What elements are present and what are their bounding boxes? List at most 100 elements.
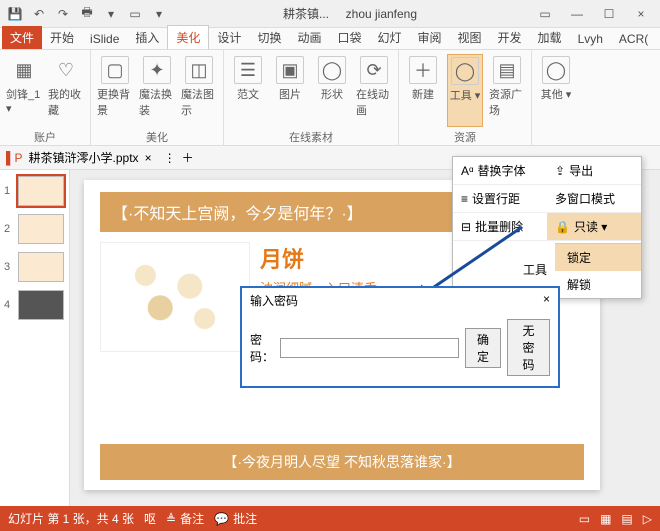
ribbon-item-shape[interactable]: ◯形状	[314, 54, 350, 127]
ribbon-item-picture[interactable]: ▣图片	[272, 54, 308, 127]
ribbon-group-label: 在线素材	[289, 129, 333, 145]
tab-addin[interactable]: 加载	[530, 26, 570, 49]
menu-item-multiwindow[interactable]: 多窗口模式	[547, 185, 641, 213]
slide-heading: 月饼	[260, 242, 377, 274]
tab-slideshow[interactable]: 幻灯	[369, 26, 409, 49]
thumbnail[interactable]: 1	[4, 176, 65, 206]
tab-islide[interactable]: iSlide	[82, 29, 127, 49]
ribbon-item-favorites[interactable]: ♡我的收藏	[48, 54, 84, 127]
image-icon: ▢	[101, 56, 129, 84]
tab-start[interactable]: 开始	[42, 26, 82, 49]
ribbon-item-change-bg[interactable]: ▢更换背景	[97, 54, 133, 127]
status-bar: 幻灯片 第 1 张，共 4 张 呕 ≜ 备注 💬 批注 ▭ ▦ ▤ ▷	[0, 506, 660, 531]
password-label: 密码：	[250, 331, 274, 365]
ribbon-item-label: 图片	[279, 86, 301, 102]
tab-review[interactable]: 审阅	[410, 26, 450, 49]
menu-item-export[interactable]: ⇪导出	[547, 157, 641, 185]
motion-icon: ⟳	[360, 56, 388, 84]
no-password-button[interactable]: 无密码	[507, 319, 550, 376]
ribbon-collapse-icon[interactable]: ▭	[530, 3, 560, 25]
submenu-item-unlock[interactable]: 解锁	[555, 271, 641, 298]
thumb-number: 4	[4, 299, 14, 311]
tab-pocket[interactable]: 口袋	[329, 26, 369, 49]
save-icon[interactable]: 💾	[4, 3, 26, 25]
ribbon-group-label: 美化	[146, 129, 168, 145]
menu-item-readonly[interactable]: 🔒 只读 ▾	[547, 213, 641, 241]
menu-item-line-spacing[interactable]: ≡设置行距	[453, 185, 547, 213]
ribbon-item-magic-chart[interactable]: ◫魔法图示	[181, 54, 217, 127]
undo-icon[interactable]: ↶	[28, 3, 50, 25]
thumb-preview	[18, 252, 64, 282]
menu-label: 只读 ▾	[574, 218, 607, 235]
tab-animation[interactable]: 动画	[289, 26, 329, 49]
maximize-icon[interactable]: ☐	[594, 3, 624, 25]
ok-button[interactable]: 确定	[465, 328, 501, 368]
close-window-icon[interactable]: ×	[626, 3, 656, 25]
view-slideshow-icon[interactable]: ▷	[643, 512, 652, 526]
dialog-close-icon[interactable]: ×	[543, 292, 550, 309]
status-lang-icon[interactable]: 呕	[144, 510, 156, 527]
tab-transition[interactable]: 切换	[249, 26, 289, 49]
ribbon-item-template[interactable]: ☰范文	[230, 54, 266, 127]
ribbon-group-label	[554, 133, 557, 145]
doc-more-icon[interactable]: ⋮	[164, 151, 176, 165]
ribbon-item-magic-style[interactable]: ✦魔法换装	[139, 54, 175, 127]
status-comments[interactable]: 💬 批注	[214, 510, 257, 527]
close-doc-icon[interactable]: ×	[145, 151, 152, 165]
menu-label: 导出	[569, 162, 593, 179]
doc-plus-icon[interactable]: ＋	[182, 149, 194, 166]
password-dialog: 输入密码 × 密码： 确定 无密码	[240, 286, 560, 388]
ribbon-item-tools[interactable]: ◯工具 ▾	[447, 54, 483, 127]
tab-insert[interactable]: 插入	[127, 26, 167, 49]
view-normal-icon[interactable]: ▭	[579, 512, 590, 526]
submenu-item-lock[interactable]: 锁定	[555, 244, 641, 271]
thumb-preview	[18, 214, 64, 244]
tab-lvyh[interactable]: Lvyh	[570, 29, 611, 49]
ribbon-item-profile[interactable]: ▦剑锋_1 ▾	[6, 54, 42, 127]
tab-dev[interactable]: 开发	[490, 26, 530, 49]
view-sorter-icon[interactable]: ▦	[600, 512, 611, 526]
presentation-icon[interactable]: ▭	[124, 3, 146, 25]
document-name[interactable]: 耕茶镇浒澪小学.pptx	[29, 149, 139, 166]
tab-beautify[interactable]: 美化	[167, 25, 209, 49]
tab-design[interactable]: 设计	[209, 26, 249, 49]
ribbon-item-label: 魔法图示	[181, 86, 217, 118]
thumbnail[interactable]: 4	[4, 290, 65, 320]
minimize-icon[interactable]: —	[562, 3, 592, 25]
view-reading-icon[interactable]: ▤	[621, 512, 632, 526]
status-notes[interactable]: ≜ 备注	[166, 510, 204, 527]
ribbon-item-label: 其他 ▾	[541, 86, 572, 102]
lock-icon: 🔒	[555, 220, 570, 234]
wand-icon: ✦	[143, 56, 171, 84]
tab-file[interactable]: 文件	[2, 26, 42, 49]
thumbnail[interactable]: 2	[4, 214, 65, 244]
slide-bottom-band: 【·今夜月明人尽望 不知秋思落谁家·】	[100, 444, 584, 480]
ribbon-item-resource-plaza[interactable]: ▤资源广场	[489, 54, 525, 127]
ribbon-item-new[interactable]: ＋新建	[405, 54, 441, 127]
ribbon-item-label: 我的收藏	[48, 86, 84, 118]
menu-item-replace-fonts[interactable]: Aᵅ替换字体	[453, 157, 547, 185]
ribbon-group-account: ▦剑锋_1 ▾ ♡我的收藏 账户	[0, 50, 91, 145]
user-name-text: zhou jianfeng	[346, 7, 417, 21]
ribbon-item-label: 资源广场	[489, 86, 525, 118]
qat-more-icon[interactable]: ▾	[100, 3, 122, 25]
ribbon-item-other[interactable]: ◯ 其他 ▾	[538, 54, 574, 131]
thumbnail[interactable]: 3	[4, 252, 65, 282]
ribbon-item-label: 在线动画	[356, 86, 392, 118]
qat-dropdown-icon[interactable]: ▾	[148, 3, 170, 25]
ribbon-item-label: 形状	[321, 86, 343, 102]
tab-acr[interactable]: ACR(	[611, 29, 656, 49]
mooncake-image	[100, 242, 250, 352]
status-slide-count: 幻灯片 第 1 张，共 4 张	[8, 510, 134, 527]
password-input[interactable]	[280, 338, 459, 358]
tab-foxit[interactable]: 福昕	[656, 26, 660, 49]
font-icon: Aᵅ	[461, 164, 474, 178]
dialog-titlebar: 输入密码 ×	[242, 288, 558, 313]
ppt-file-icon: ▌P	[6, 151, 23, 165]
circle2-icon: ◯	[542, 56, 570, 84]
print-icon[interactable]: 🖶	[76, 3, 98, 25]
tab-view[interactable]: 视图	[450, 26, 490, 49]
thumb-preview	[18, 176, 64, 206]
ribbon-item-animation[interactable]: ⟳在线动画	[356, 54, 392, 127]
redo-icon[interactable]: ↷	[52, 3, 74, 25]
